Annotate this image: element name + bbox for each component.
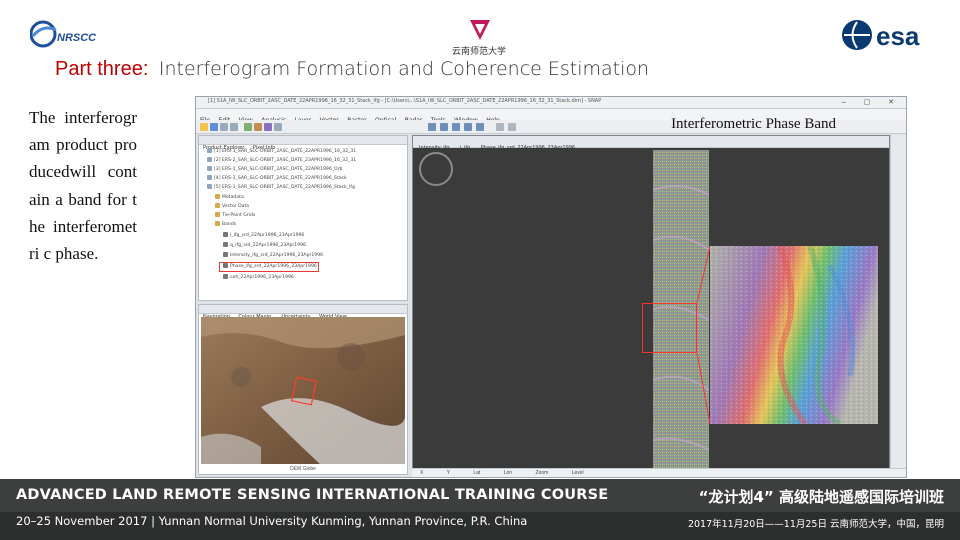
tree-item[interactable]: Bands [215, 221, 236, 229]
product-explorer-panel: Product Explorer Pixel Info [1] ERS-1_SA… [198, 135, 408, 301]
scatter-icon[interactable] [264, 123, 272, 131]
status-x: X [420, 470, 424, 476]
status-bar: X Y Lat Lon Zoom Level [412, 468, 906, 477]
svg-text:esa: esa [876, 21, 920, 51]
tree-item-label: coh_22Apr1996_23Apr1996 [230, 275, 294, 280]
tree-item-label: Vector Data [222, 204, 250, 209]
status-level: Level [571, 470, 584, 476]
tree-item-label: i_ifg_srd_22Apr1996_23Apr1996 [230, 233, 305, 238]
tree-item-label: [3] ERS-1_SAR_SLC-ORBIT_2ASC_DATE_22APR1… [214, 167, 343, 172]
course-date-zh: 2017年11月20日——11月25日 云南师范大学，中国，昆明 [687, 519, 944, 530]
folder-icon [215, 212, 220, 217]
save-icon[interactable] [210, 123, 218, 131]
redo-icon[interactable] [230, 123, 238, 131]
phase-zoom-image [710, 246, 878, 424]
world-map[interactable] [201, 317, 405, 465]
world-footer: DEM Globe [199, 464, 407, 474]
product-icon [207, 166, 212, 171]
tree-item-label: q_ifg_srd_22Apr1996_23Apr1996 [230, 243, 306, 248]
draw-polygon-icon[interactable] [508, 123, 516, 131]
tree-item-label: Bands [222, 222, 237, 227]
tree-item[interactable]: [3] ERS-1_SAR_SLC-ORBIT_2ASC_DATE_22APR1… [207, 166, 342, 174]
window-titlebar: [1] S1A_IW_SLC_ORBIT_2ASC_DATE_22APR1996… [196, 97, 906, 109]
body-paragraph: The interferogram product producedwill c… [29, 108, 137, 264]
info-icon[interactable] [274, 123, 282, 131]
tree-item[interactable]: Metadata [215, 194, 244, 202]
product-icon [207, 184, 212, 189]
tree-item[interactable]: [1] ERS-1_SAR_SLC-ORBIT_2ASC_DATE_22APR1… [207, 148, 356, 156]
course-date-en: 20–25 November 2017 | Yunnan Normal Univ… [16, 514, 528, 528]
tree-item-label: [4] ERS-1_SAR_SLC-ORBIT_2ASC_DATE_22APR1… [214, 176, 347, 181]
tree-item-label: Intensity_ifg_srd_22Apr1996_23Apr1996 [230, 253, 324, 258]
tree-item[interactable]: q_ifg_srd_22Apr1996_23Apr1996 [223, 242, 306, 250]
nrscc-logo: NRSCC [29, 18, 100, 50]
slide-title: Part three: Interferogram Formation and … [55, 58, 649, 81]
tree-item-label: [5] ERS-1_SAR_SLC-ORBIT_2ASC_DATE_22APR1… [214, 185, 355, 190]
phase-band-annotation: Interferometric Phase Band [671, 116, 836, 132]
status-lon: Lon [503, 470, 513, 476]
zoom-tool-icon[interactable] [452, 123, 460, 131]
folder-icon [215, 194, 220, 199]
histogram-icon[interactable] [254, 123, 262, 131]
esa-logo: esa [840, 18, 934, 52]
select-tool-icon[interactable] [428, 123, 436, 131]
product-icon [207, 175, 212, 180]
tree-item[interactable]: Tie-Point Grids [215, 212, 255, 220]
title-part: Part three: [55, 58, 149, 80]
product-tabs: Product Explorer Pixel Info [199, 136, 407, 151]
band-maths-icon[interactable] [244, 123, 252, 131]
tree-item[interactable]: coh_22Apr1996_23Apr1996 [223, 274, 294, 282]
tree-item[interactable]: Vector Data [215, 203, 249, 211]
tree-item-label: Metadata [222, 195, 244, 200]
window-title: [1] S1A_IW_SLC_ORBIT_2ASC_DATE_22APR1996… [208, 98, 602, 104]
side-tool-tabs[interactable] [890, 135, 906, 469]
pan-tool-icon[interactable] [440, 123, 448, 131]
course-title-zh: “龙计划4” 高级陆地遥感国际培训班 [698, 488, 944, 506]
tree-item-label: Tie-Point Grids [222, 213, 256, 218]
svg-text:NRSCC: NRSCC [57, 32, 97, 44]
draw-line-icon[interactable] [496, 123, 504, 131]
svg-text:云南师范大学: 云南师范大学 [452, 45, 506, 57]
range-finder-icon[interactable] [476, 123, 484, 131]
course-title-en: ADVANCED LAND REMOTE SENSING INTERNATION… [16, 487, 609, 503]
product-icon [207, 157, 212, 162]
status-zoom: Zoom [535, 470, 549, 476]
footer: ADVANCED LAND REMOTE SENSING INTERNATION… [0, 479, 960, 540]
band-icon [223, 274, 228, 279]
undo-icon[interactable] [220, 123, 228, 131]
tree-item-label: [1] ERS-1_SAR_SLC-ORBIT_2ASC_DATE_22APR1… [214, 149, 357, 154]
title-text: Interferogram Formation and Coherence Es… [158, 58, 650, 80]
selection-highlight [219, 262, 319, 272]
status-y: Y [446, 470, 450, 476]
band-icon [223, 242, 228, 247]
tree-item[interactable]: [5] ERS-1_SAR_SLC-ORBIT_2ASC_DATE_22APR1… [207, 184, 355, 192]
band-icon [223, 252, 228, 257]
status-lat: Lat [473, 470, 481, 476]
tree-item[interactable]: Intensity_ifg_srd_22Apr1996_23Apr1996 [223, 252, 323, 260]
window-controls[interactable]: – ▢ ✕ [842, 98, 902, 106]
image-view[interactable]: Intensity_ifg i_ifg Phase_ifg_srd_22Apr1… [412, 135, 890, 470]
folder-icon [215, 203, 220, 208]
tree-item-label: [2] ERS-2_SAR_SLC-ORBIT_2ASC_DATE_23APR1… [214, 158, 357, 163]
tree-item[interactable]: [2] ERS-2_SAR_SLC-ORBIT_2ASC_DATE_23APR1… [207, 157, 356, 165]
product-icon [207, 148, 212, 153]
university-logo: 云南师范大学 [446, 18, 516, 58]
tree-item[interactable]: i_ifg_srd_22Apr1996_23Apr1996 [223, 232, 304, 240]
folder-icon [215, 221, 220, 226]
world-tabs: Navigation Colour Manip. Uncertainty Wor… [199, 305, 407, 320]
open-icon[interactable] [200, 123, 208, 131]
world-view-panel: Navigation Colour Manip. Uncertainty Wor… [198, 304, 408, 475]
snap-screenshot: [1] S1A_IW_SLC_ORBIT_2ASC_DATE_22APR1996… [195, 96, 907, 478]
tree-item[interactable]: [4] ERS-1_SAR_SLC-ORBIT_2ASC_DATE_22APR1… [207, 175, 347, 183]
pin-tool-icon[interactable] [464, 123, 472, 131]
band-icon [223, 232, 228, 237]
